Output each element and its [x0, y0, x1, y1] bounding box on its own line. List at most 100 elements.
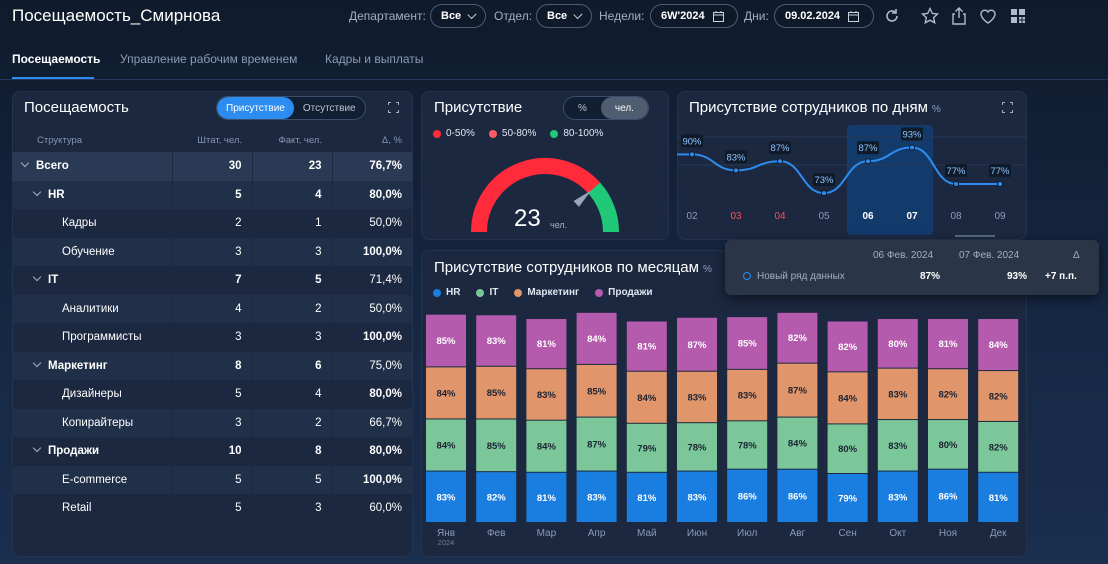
table-row[interactable]: Программисты 3 3 100,0% [12, 323, 412, 352]
pct-people-toggle: % чел. [563, 96, 649, 120]
weeks-value: 6W'2024 [661, 10, 705, 22]
data-label: 77% [990, 166, 1010, 177]
table-header-row: Структура Штат, чел. Факт, чел. Δ, % [12, 128, 412, 152]
absence-toggle-option[interactable]: Отсутствие [294, 97, 365, 119]
tab-hr-payments[interactable]: Кадры и выплаты [325, 52, 423, 66]
data-label: 82% [938, 390, 958, 401]
weeks-picker[interactable]: 6W'2024 [650, 4, 738, 28]
data-label: 83% [738, 391, 758, 402]
delta-cell: 71,4% [331, 266, 412, 295]
tooltip-delta-header: Δ [1073, 250, 1080, 261]
grid-icon[interactable] [1008, 6, 1028, 26]
column-header[interactable]: Штат, чел. [172, 128, 252, 152]
star-icon[interactable] [920, 6, 940, 26]
top-bar: Посещаемость_Смирнова Департамент: Все О… [0, 0, 1108, 36]
table-row[interactable]: Маркетинг 8 6 75,0% [12, 351, 412, 380]
fact-cell: 8 [251, 437, 332, 466]
table-row[interactable]: Аналитики 4 2 50,0% [12, 294, 412, 323]
column-header[interactable]: Факт, чел. [252, 128, 332, 152]
tooltip-value-1: 87% [920, 271, 941, 282]
staff-cell: 5 [171, 180, 252, 209]
table-row[interactable]: Всего 30 23 76,7% [12, 152, 412, 181]
fact-cell: 5 [251, 465, 332, 494]
data-label: 79% [838, 494, 858, 505]
legend-dot [595, 288, 604, 297]
x-year-label: 2024 [438, 538, 455, 547]
tab-attendance[interactable]: Посещаемость [12, 52, 100, 66]
chevron-down-icon[interactable] [20, 159, 30, 168]
column-header[interactable]: Структура [12, 128, 172, 152]
heart-icon[interactable] [978, 6, 998, 26]
delta-cell: 50,0% [331, 209, 412, 238]
row-name: Дизайнеры [62, 388, 122, 401]
data-label: 85% [487, 388, 507, 399]
legend-item: Продажи [595, 287, 653, 298]
tab-work-time[interactable]: Управление рабочим временем [120, 52, 297, 66]
delta-cell: 100,0% [331, 465, 412, 494]
row-name: Кадры [62, 217, 97, 230]
expand-icon[interactable] [1001, 101, 1014, 114]
table-row[interactable]: Обучение 3 3 100,0% [12, 237, 412, 266]
staff-cell: 5 [171, 380, 252, 409]
gauge-legend: 0-50% 50-80% 80-100% [433, 128, 603, 139]
row-name-cell: E-commerce [12, 465, 172, 494]
legend-item: 80-100% [550, 128, 603, 139]
legend-item: Маркетинг [514, 287, 579, 298]
row-name: Программисты [62, 331, 142, 344]
refresh-icon[interactable] [882, 6, 902, 26]
fact-cell: 2 [251, 408, 332, 437]
staff-cell: 3 [171, 323, 252, 352]
department-dropdown[interactable]: Все [430, 4, 486, 28]
chevron-down-icon[interactable] [32, 444, 42, 453]
x-tick-label: 04 [774, 211, 786, 222]
division-label: Отдел: [494, 9, 533, 23]
data-label: 81% [938, 339, 958, 350]
table-row[interactable]: E-commerce 5 5 100,0% [12, 465, 412, 494]
share-icon[interactable] [949, 6, 969, 26]
row-name-cell: Обучение [12, 237, 172, 266]
table-row[interactable]: Кадры 2 1 50,0% [12, 209, 412, 238]
presence-toggle-option[interactable]: Присутствие [217, 97, 294, 119]
department-value: Все [441, 10, 462, 22]
column-header[interactable]: Δ, % [332, 128, 412, 152]
days-picker[interactable]: 09.02.2024 [774, 4, 874, 28]
data-label: 85% [738, 339, 758, 350]
data-label: 84% [637, 393, 657, 404]
people-toggle-option[interactable]: чел. [600, 97, 648, 119]
row-name-cell: Копирайтеры [12, 408, 172, 437]
chevron-down-icon[interactable] [32, 187, 42, 196]
table-row[interactable]: Дизайнеры 5 4 80,0% [12, 380, 412, 409]
chevron-down-icon [573, 9, 583, 19]
staff-cell: 3 [171, 408, 252, 437]
staff-cell: 3 [171, 237, 252, 266]
data-label: 93% [902, 130, 922, 141]
division-dropdown[interactable]: Все [536, 4, 592, 28]
table-row[interactable]: Продажи 10 8 80,0% [12, 437, 412, 466]
chevron-down-icon[interactable] [32, 358, 42, 367]
staff-cell: 4 [171, 294, 252, 323]
attendance-table-body: Всего 30 23 76,7% HR 5 4 80,0% Кадры 2 1 50,0% Обуче… [12, 152, 412, 523]
table-row[interactable]: Retail 5 3 60,0% [12, 494, 412, 523]
percent-toggle-option[interactable]: % [564, 97, 601, 119]
days-value: 09.02.2024 [785, 10, 841, 22]
expand-icon[interactable] [387, 101, 400, 114]
row-name-cell: Всего [12, 152, 172, 181]
table-row[interactable]: HR 5 4 80,0% [12, 180, 412, 209]
data-label: 83% [537, 390, 557, 401]
data-label: 87% [587, 440, 607, 451]
gauge-unit: чел. [550, 220, 568, 230]
table-row[interactable]: IT 7 5 71,4% [12, 266, 412, 295]
data-label: 86% [938, 491, 958, 502]
data-label: 85% [587, 386, 607, 397]
legend-dot [550, 129, 559, 138]
chevron-down-icon[interactable] [32, 273, 42, 282]
weeks-label: Недели: [599, 9, 645, 23]
data-label: 78% [687, 442, 707, 453]
x-tick-label: Июл [737, 528, 757, 539]
table-row[interactable]: Копирайтеры 3 2 66,7% [12, 408, 412, 437]
data-label: 83% [587, 492, 607, 503]
row-name-cell: Программисты [12, 323, 172, 352]
daily-line-chart: 90% 02 83% 03 87% 04 73% 05 87% 06 93% 07 77% 08 77% 09 [677, 125, 1027, 237]
x-tick-label: 03 [730, 211, 742, 222]
data-label: 83% [888, 441, 908, 452]
